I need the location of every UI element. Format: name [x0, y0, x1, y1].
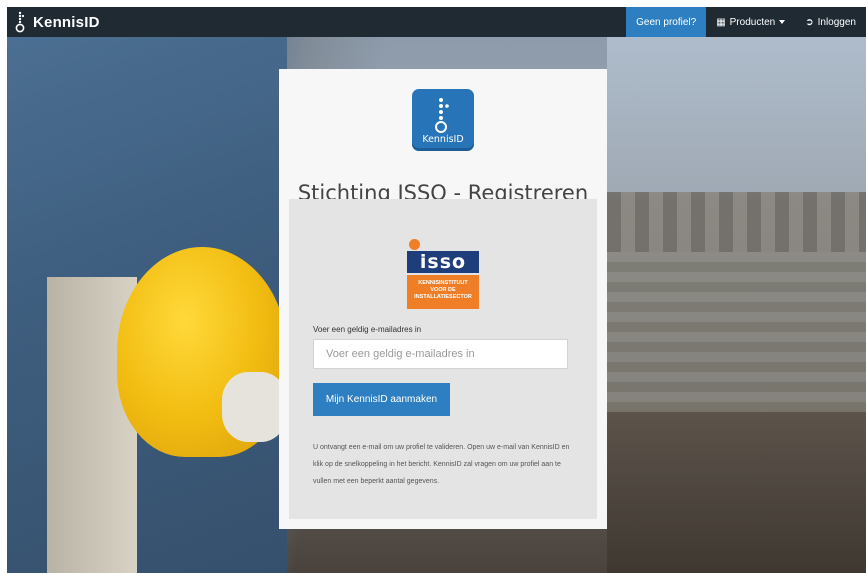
- no-profile-label: Geen profiel?: [636, 16, 697, 28]
- top-navbar: KennisID Geen profiel? ▦ Producten ➲ Inl…: [7, 7, 866, 37]
- no-profile-button[interactable]: Geen profiel?: [626, 7, 707, 37]
- email-label: Voer een geldig e-mailadres in: [313, 325, 422, 334]
- caret-down-icon: [779, 20, 786, 24]
- isso-dot-icon: [409, 239, 420, 250]
- brand-name: KennisID: [33, 13, 100, 31]
- kennisid-logo: KennisID: [412, 89, 474, 151]
- login-icon: ➲: [805, 16, 814, 28]
- info-note: U ontvangt een e-mail om uw profiel te v…: [313, 444, 570, 485]
- logo-text: KennisID: [422, 134, 464, 145]
- products-label: Producten: [729, 16, 776, 28]
- create-kennisid-button[interactable]: Mijn KennisID aanmaken: [313, 383, 450, 416]
- products-dropdown[interactable]: ▦ Producten: [706, 7, 795, 37]
- brand-link[interactable]: KennisID: [13, 7, 100, 37]
- isso-logo: isso KENNISINSTITUUT VOOR DE INSTALLATIE…: [407, 239, 479, 311]
- registration-form-panel: isso KENNISINSTITUUT VOOR DE INSTALLATIE…: [289, 199, 597, 519]
- registration-card: KennisID Stichting ISSO - Registreren is…: [279, 69, 607, 529]
- browser-viewport: KennisID Geen profiel? ▦ Producten ➲ Inl…: [7, 7, 866, 573]
- email-input[interactable]: [313, 339, 568, 369]
- login-link[interactable]: ➲ Inloggen: [795, 7, 866, 37]
- grid-icon: ▦: [716, 16, 726, 28]
- isso-wordmark: isso: [407, 251, 479, 273]
- login-label: Inloggen: [817, 16, 856, 28]
- isso-tagline: KENNISINSTITUUT VOOR DE INSTALLATIESECTO…: [407, 275, 479, 309]
- kennisid-key-icon: [15, 11, 25, 33]
